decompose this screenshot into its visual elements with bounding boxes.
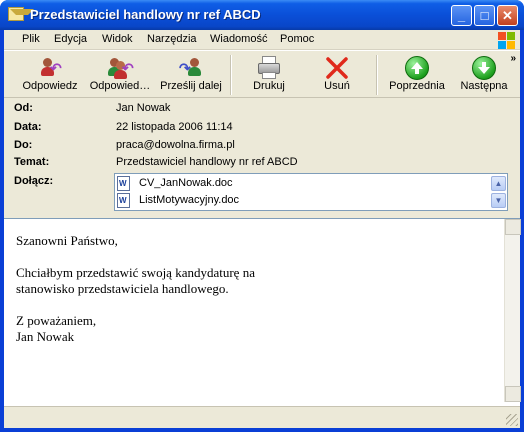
menu-view[interactable]: Widok (102, 33, 133, 45)
next-button[interactable]: Następna (454, 53, 514, 97)
toolbar-separator (230, 55, 232, 95)
scroll-up-button[interactable] (505, 219, 521, 235)
attachment-name: ListMotywacyjny.doc (139, 194, 240, 206)
forward-label: Prześlij dalej (160, 80, 222, 92)
menu-message[interactable]: Wiadomość (210, 33, 267, 45)
reply-button[interactable]: ↶ Odpowiedz (18, 53, 82, 97)
print-button[interactable]: Drukuj (244, 53, 294, 97)
from-value: Jan Nowak (116, 102, 171, 114)
maximize-button[interactable]: □ (474, 5, 495, 26)
window-bottom-border (0, 428, 524, 432)
message-body-pane[interactable]: Szanowni Państwo, Chciałbym przedstawić … (4, 218, 521, 428)
forward-button[interactable]: ↷ Prześlij dalej (156, 53, 226, 97)
delete-label: Usuń (324, 80, 350, 92)
subject-value: Przedstawiciel handlowy nr ref ABCD (116, 156, 298, 168)
subject-label: Temat: (14, 156, 50, 168)
word-document-icon (117, 193, 130, 208)
resize-grip[interactable] (506, 414, 518, 426)
arrow-down-icon (472, 56, 496, 80)
arrow-up-icon (405, 56, 429, 80)
toolbar-separator-2 (376, 55, 378, 95)
envelope-icon (8, 7, 34, 21)
attachments-label: Dołącz: (14, 175, 54, 187)
print-label: Drukuj (253, 80, 285, 92)
attachments-list[interactable]: CV_JanNowak.doc ListMotywacyjny.doc ▲ ▼ (114, 173, 508, 211)
attachments-scroll-down-button[interactable]: ▼ (491, 193, 506, 208)
message-header: Od: Jan Nowak Data: 22 listopada 2006 11… (4, 99, 520, 217)
reply-label: Odpowiedz (22, 80, 78, 92)
window-frame: Plik Edycja Widok Narzędzia Wiadomość Po… (4, 30, 521, 428)
printer-icon (257, 56, 281, 80)
scroll-down-button[interactable] (505, 386, 521, 402)
reply-all-button[interactable]: ↶ Odpowied… (86, 53, 154, 97)
forward-icon: ↷ (179, 56, 203, 80)
next-label: Następna (460, 80, 508, 92)
window-title: Przedstawiciel handlowy nr ref ABCD (30, 7, 261, 22)
menu-edit[interactable]: Edycja (54, 33, 87, 45)
reply-all-icon: ↶ (108, 56, 134, 80)
attachments-scroll-up-button[interactable]: ▲ (491, 176, 506, 191)
date-value: 22 listopada 2006 11:14 (116, 121, 233, 133)
menu-file[interactable]: Plik (22, 33, 40, 45)
email-window: Przedstawiciel handlowy nr ref ABCD _ □ … (0, 0, 524, 432)
to-label: Do: (14, 139, 33, 151)
word-document-icon (117, 176, 130, 191)
reply-all-label: Odpowied… (89, 80, 151, 92)
delete-x-icon (325, 56, 349, 80)
status-bar (4, 406, 520, 428)
from-label: Od: (14, 102, 33, 114)
menu-bar: Plik Edycja Widok Narzędzia Wiadomość Po… (4, 30, 520, 50)
toolbar: ↶ Odpowiedz ↶ Odpowied… ↷ Prześlij dalej… (4, 50, 520, 98)
previous-label: Poprzednia (389, 80, 445, 92)
menu-help[interactable]: Pomoc (280, 33, 314, 45)
vertical-scrollbar[interactable] (504, 219, 521, 402)
message-body: Szanowni Państwo, Chciałbym przedstawić … (16, 233, 255, 344)
close-button[interactable]: ✕ (497, 5, 518, 26)
reply-icon: ↶ (38, 56, 62, 80)
minimize-button[interactable]: _ (451, 5, 472, 26)
to-value: praca@dowolna.firma.pl (116, 139, 235, 151)
title-bar[interactable]: Przedstawiciel handlowy nr ref ABCD _ □ … (0, 0, 524, 30)
toolbar-overflow-chevron[interactable]: » (510, 53, 516, 64)
attachment-name: CV_JanNowak.doc (139, 177, 233, 189)
windows-logo-icon (496, 30, 516, 50)
menu-tools[interactable]: Narzędzia (147, 33, 197, 45)
date-label: Data: (14, 121, 42, 133)
delete-button[interactable]: Usuń (314, 53, 360, 97)
previous-button[interactable]: Poprzednia (386, 53, 448, 97)
